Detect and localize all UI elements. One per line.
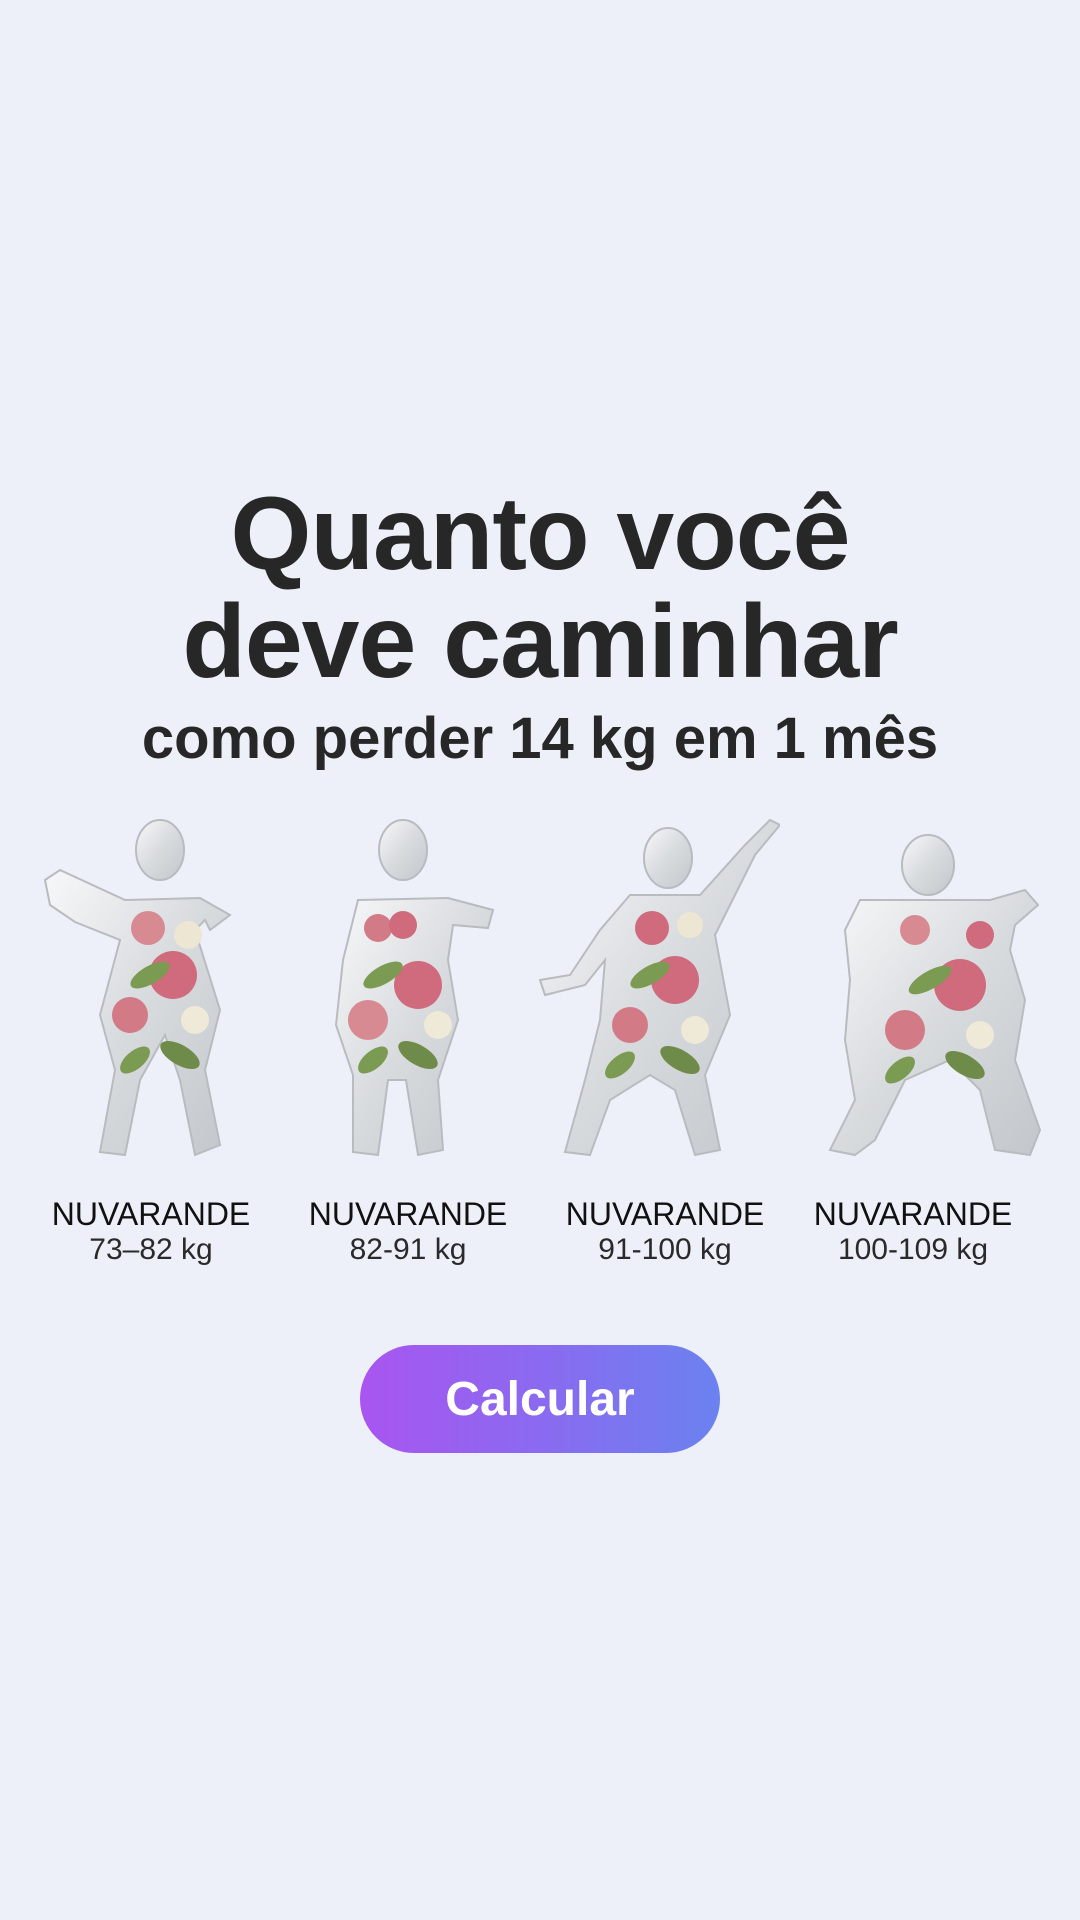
body-figure-4[interactable] [800,810,1050,1170]
body-type-label-3[interactable]: NUVARANDE 91-100 kg [535,1196,795,1268]
body-type-name: NUVARANDE [51,1196,251,1232]
body-type-name: NUVARANDE [565,1196,765,1232]
title-line-1: Quanto você [230,476,851,592]
body-figure-3[interactable] [530,810,780,1170]
body-type-name: NUVARANDE [308,1196,508,1232]
page-title: Quanto você deve caminhar [0,480,1080,696]
page-subtitle: como perder 14 kg em 1 mês [141,706,939,771]
body-type-label-4[interactable]: NUVARANDE 100-109 kg [783,1196,1043,1268]
body-type-labels: NUVARANDE 73–82 kg NUVARANDE 82-91 kg NU… [0,1196,1080,1276]
body-figure-2[interactable] [288,810,538,1170]
body-type-label-2[interactable]: NUVARANDE 82-91 kg [278,1196,538,1268]
body-type-figures [30,810,1050,1170]
calculate-button[interactable]: Calcular [360,1345,720,1453]
body-figure-1[interactable] [30,810,280,1170]
body-type-label-1[interactable]: NUVARANDE 73–82 kg [21,1196,281,1268]
body-type-range: 82-91 kg [349,1233,467,1266]
title-line-2: deve caminhar [182,584,898,700]
body-type-name: NUVARANDE [813,1196,1013,1232]
headline: Quanto você deve caminhar como perder 14… [0,480,1080,774]
body-type-range: 73–82 kg [89,1233,213,1266]
body-type-range: 100-109 kg [837,1233,989,1266]
body-type-range: 91-100 kg [598,1233,732,1266]
